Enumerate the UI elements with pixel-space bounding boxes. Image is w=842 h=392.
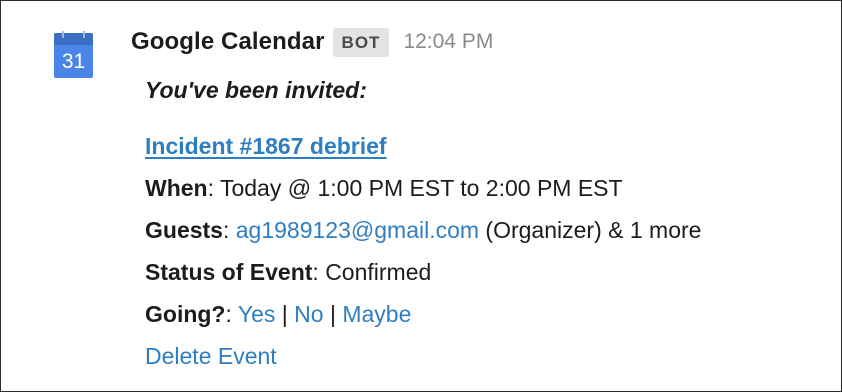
rsvp-maybe-link[interactable]: Maybe <box>342 301 411 327</box>
event-guests-row: Guests: ag1989123@gmail.com (Organizer) … <box>145 214 701 246</box>
sender-name[interactable]: Google Calendar <box>131 28 325 56</box>
guests-label: Guests <box>145 217 223 243</box>
rsvp-no-link[interactable]: No <box>294 301 323 327</box>
invite-intro: You've been invited: <box>145 77 367 103</box>
status-value: : Confirmed <box>312 259 432 285</box>
event-when-row: When: Today @ 1:00 PM EST to 2:00 PM EST <box>145 172 623 204</box>
delete-event-link[interactable]: Delete Event <box>145 340 277 372</box>
when-value: : Today @ 1:00 PM EST to 2:00 PM EST <box>207 175 623 201</box>
event-title-link[interactable]: Incident #1867 debrief <box>145 130 387 162</box>
rsvp-divider: | <box>323 301 343 327</box>
rsvp-yes-link[interactable]: Yes <box>238 301 276 327</box>
calendar-day-number: 31 <box>62 50 85 73</box>
google-calendar-icon[interactable]: 31 <box>54 30 93 78</box>
rsvp-divider: | <box>275 301 295 327</box>
rsvp-row: Going?: Yes | No | Maybe <box>145 298 411 330</box>
going-label: Going? <box>145 301 226 327</box>
bot-badge: BOT <box>332 27 390 57</box>
guests-separator: : <box>222 217 236 243</box>
going-separator: : <box>225 301 238 327</box>
event-status-row: Status of Event: Confirmed <box>145 256 431 288</box>
guest-email-link[interactable]: ag1989123@gmail.com <box>236 217 479 243</box>
guests-rest: (Organizer) & 1 more <box>479 217 702 243</box>
message-timestamp[interactable]: 12:04 PM <box>403 30 493 54</box>
message-container: 31 Google Calendar BOT 12:04 PM You've b… <box>0 0 842 392</box>
status-label: Status of Event <box>145 259 313 285</box>
message-header: Google Calendar BOT 12:04 PM <box>131 25 493 59</box>
when-label: When <box>145 175 208 201</box>
